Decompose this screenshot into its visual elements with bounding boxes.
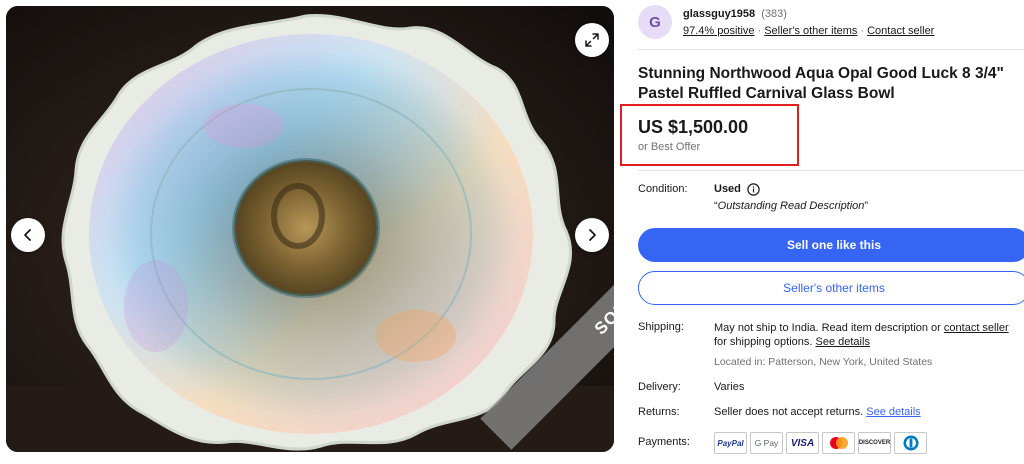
seller-name-row: glassguy1958 (383) (683, 8, 787, 20)
discover-icon: DISCOVER (858, 432, 891, 454)
best-offer-label: or Best Offer (638, 141, 701, 153)
seller-links: 97.4% positive · Seller's other items · Cont… (683, 25, 934, 37)
paypal-icon: PayPal (714, 432, 747, 454)
diners-club-icon (894, 432, 927, 454)
condition-description-text: Outstanding Read Description (717, 200, 865, 212)
separator: · (757, 25, 762, 37)
divider (638, 170, 1024, 171)
returns-text: Seller does not accept returns. See deta… (714, 406, 921, 418)
quote-close: ” (864, 200, 869, 212)
expand-icon (585, 33, 599, 47)
visa-icon: VISA (786, 432, 819, 454)
delivery-label: Delivery: (638, 381, 681, 393)
info-icon[interactable] (747, 183, 760, 196)
positive-feedback-link[interactable]: 97.4% positive (683, 25, 755, 37)
item-title: Stunning Northwood Aqua Opal Good Luck 8… (638, 65, 1004, 102)
seller-other-items-link[interactable]: Seller's other items (764, 25, 857, 37)
seller-name[interactable]: glassguy1958 (683, 8, 755, 20)
previous-image-button[interactable] (11, 218, 45, 252)
seller-feedback-count: (383) (761, 8, 787, 20)
contact-seller-link[interactable]: contact seller (944, 322, 1009, 334)
shipping-text-part: May not ship to India. Read item descrip… (714, 322, 944, 334)
condition-value: Used (714, 183, 741, 195)
next-image-button[interactable] (575, 218, 609, 252)
shipping-text-part: for shipping options. (714, 336, 816, 348)
returns-label: Returns: (638, 406, 680, 418)
item-price: US $1,500.00 (638, 117, 749, 137)
sell-one-like-this-button[interactable]: Sell one like this (638, 228, 1024, 262)
expand-image-button[interactable] (575, 23, 609, 57)
mastercard-icon (822, 432, 855, 454)
payment-methods: PayPal G Pay VISA DISCOVER (714, 432, 927, 454)
item-details-panel: G glassguy1958 (383) 97.4% positive · Sell… (620, 0, 1024, 464)
item-location: Located in: Patterson, New York, United … (714, 356, 933, 368)
sellers-other-items-button[interactable]: Seller's other items (638, 271, 1024, 305)
returns-see-details-link[interactable]: See details (866, 406, 920, 418)
chevron-left-icon (24, 229, 31, 241)
image-gallery: SOLD (6, 6, 614, 452)
divider (638, 49, 1024, 50)
condition-label: Condition: (638, 183, 688, 195)
contact-seller-link[interactable]: Contact seller (867, 25, 934, 37)
shipping-see-details-link[interactable]: See details (816, 336, 870, 348)
returns-policy: Seller does not accept returns. (714, 406, 867, 418)
seller-avatar[interactable]: G (638, 5, 672, 39)
google-pay-icon: G Pay (750, 432, 783, 454)
separator: · (860, 25, 865, 37)
payments-label: Payments: (638, 436, 690, 448)
shipping-label: Shipping: (638, 321, 684, 333)
seller-card: G glassguy1958 (383) 97.4% positive · Sell… (638, 5, 1024, 41)
condition-description: “Outstanding Read Description” (714, 200, 868, 212)
chevron-right-icon (589, 229, 596, 241)
shipping-text: May not ship to India. Read item descrip… (714, 321, 1022, 349)
delivery-value: Varies (714, 381, 745, 393)
